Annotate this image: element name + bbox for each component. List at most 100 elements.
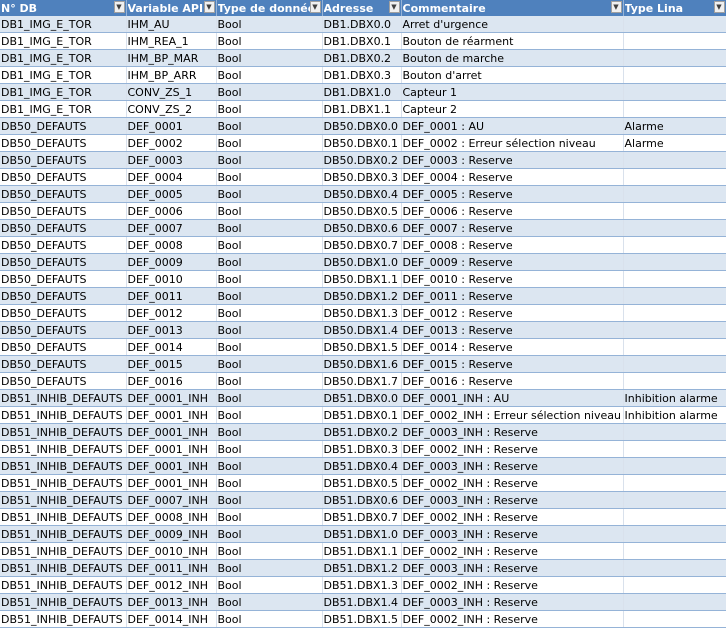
table-cell[interactable]: DB51_INHIB_DEFAUTS	[0, 542, 127, 560]
table-cell[interactable]: Bool	[216, 559, 323, 577]
table-cell[interactable]: DB51_INHIB_DEFAUTS	[0, 474, 127, 492]
table-cell[interactable]	[623, 525, 726, 543]
table-cell[interactable]: DB50.DBX1.5	[322, 338, 402, 356]
table-cell[interactable]: Bool	[216, 253, 323, 271]
table-cell[interactable]: DB50.DBX0.3	[322, 168, 402, 186]
table-cell[interactable]: DB51_INHIB_DEFAUTS	[0, 423, 127, 441]
table-cell[interactable]: DEF_0003_INH : Reserve	[401, 559, 624, 577]
table-cell[interactable]	[623, 321, 726, 339]
table-cell[interactable]: Inhibition alarme	[623, 406, 726, 424]
table-cell[interactable]: DB50_DEFAUTS	[0, 117, 127, 135]
table-cell[interactable]: Bool	[216, 32, 323, 50]
table-cell[interactable]	[623, 576, 726, 594]
table-cell[interactable]	[623, 457, 726, 475]
table-cell[interactable]: DB51.DBX1.3	[322, 576, 402, 594]
table-cell[interactable]: Bool	[216, 168, 323, 186]
table-cell[interactable]: DB1.DBX0.0	[322, 16, 402, 33]
filter-dropdown-icon[interactable]: ▼	[388, 1, 400, 13]
table-cell[interactable]: DEF_0003_INH : Reserve	[401, 525, 624, 543]
table-cell[interactable]: DEF_0009_INH	[126, 525, 217, 543]
table-cell[interactable]: Bool	[216, 525, 323, 543]
table-cell[interactable]: DB50_DEFAUTS	[0, 236, 127, 254]
table-cell[interactable]	[623, 270, 726, 288]
table-cell[interactable]: DEF_0016 : Reserve	[401, 372, 624, 390]
table-cell[interactable]: Bouton d'arret	[401, 66, 624, 84]
table-cell[interactable]: DEF_0001_INH	[126, 474, 217, 492]
table-cell[interactable]: DB50_DEFAUTS	[0, 202, 127, 220]
table-cell[interactable]: DB50_DEFAUTS	[0, 185, 127, 203]
table-cell[interactable]: DB51.DBX0.7	[322, 508, 402, 526]
table-cell[interactable]: DB51_INHIB_DEFAUTS	[0, 559, 127, 577]
table-cell[interactable]: DB50.DBX0.4	[322, 185, 402, 203]
table-cell[interactable]: DEF_0011 : Reserve	[401, 287, 624, 305]
table-cell[interactable]: DEF_0001_INH	[126, 406, 217, 424]
table-cell[interactable]	[623, 338, 726, 356]
table-cell[interactable]: DEF_0001_INH	[126, 423, 217, 441]
table-cell[interactable]: DEF_0003_INH : Reserve	[401, 457, 624, 475]
table-cell[interactable]: DEF_0003_INH : Reserve	[401, 593, 624, 611]
table-cell[interactable]: DEF_0006	[126, 202, 217, 220]
table-cell[interactable]: DB1.DBX0.1	[322, 32, 402, 50]
table-cell[interactable]	[623, 202, 726, 220]
table-cell[interactable]: DB50_DEFAUTS	[0, 372, 127, 390]
table-cell[interactable]: DB1_IMG_E_TOR	[0, 66, 127, 84]
filter-dropdown-icon[interactable]: ▼	[309, 1, 321, 13]
header-cell[interactable]: Type Lina ▼	[623, 0, 726, 16]
table-cell[interactable]: DEF_0013 : Reserve	[401, 321, 624, 339]
table-cell[interactable]: Bool	[216, 491, 323, 509]
table-cell[interactable]: DB51.DBX1.5	[322, 610, 402, 628]
table-cell[interactable]: DEF_0006 : Reserve	[401, 202, 624, 220]
table-cell[interactable]	[623, 185, 726, 203]
table-cell[interactable]: DB50.DBX0.5	[322, 202, 402, 220]
header-cell[interactable]: Adresse ▼	[322, 0, 402, 16]
table-cell[interactable]: Bool	[216, 440, 323, 458]
table-cell[interactable]	[623, 253, 726, 271]
table-cell[interactable]: DB51.DBX0.6	[322, 491, 402, 509]
table-cell[interactable]: DEF_0002_INH : Reserve	[401, 474, 624, 492]
table-cell[interactable]: Bool	[216, 406, 323, 424]
header-cell[interactable]: Commentaire ▼	[401, 0, 624, 16]
table-cell[interactable]: Bool	[216, 151, 323, 169]
table-cell[interactable]: DEF_0010 : Reserve	[401, 270, 624, 288]
table-cell[interactable]: DEF_0011	[126, 287, 217, 305]
table-cell[interactable]: DEF_0016	[126, 372, 217, 390]
table-cell[interactable]: DB50_DEFAUTS	[0, 168, 127, 186]
table-cell[interactable]: DB50_DEFAUTS	[0, 321, 127, 339]
table-cell[interactable]: IHM_BP_ARR	[126, 66, 217, 84]
table-cell[interactable]: Bool	[216, 66, 323, 84]
table-cell[interactable]: Bool	[216, 202, 323, 220]
table-cell[interactable]: DB50.DBX1.0	[322, 253, 402, 271]
table-cell[interactable]: DB51_INHIB_DEFAUTS	[0, 610, 127, 628]
table-cell[interactable]: DEF_0014	[126, 338, 217, 356]
table-cell[interactable]: Bouton de réarment	[401, 32, 624, 50]
table-cell[interactable]: DB51_INHIB_DEFAUTS	[0, 457, 127, 475]
table-cell[interactable]: DB50_DEFAUTS	[0, 355, 127, 373]
table-cell[interactable]: DEF_0008 : Reserve	[401, 236, 624, 254]
table-cell[interactable]: Bool	[216, 134, 323, 152]
table-cell[interactable]: Bool	[216, 542, 323, 560]
table-cell[interactable]: DB1.DBX1.0	[322, 83, 402, 101]
table-cell[interactable]	[623, 610, 726, 628]
table-cell[interactable]: DEF_0001_INH	[126, 440, 217, 458]
table-cell[interactable]: DEF_0008	[126, 236, 217, 254]
table-cell[interactable]: DEF_0007	[126, 219, 217, 237]
table-cell[interactable]: Bool	[216, 593, 323, 611]
table-cell[interactable]: DEF_0012_INH	[126, 576, 217, 594]
table-cell[interactable]: DB50.DBX1.7	[322, 372, 402, 390]
table-cell[interactable]: DEF_0002_INH : Reserve	[401, 440, 624, 458]
table-cell[interactable]: DB1_IMG_E_TOR	[0, 16, 127, 33]
table-cell[interactable]: DEF_0014 : Reserve	[401, 338, 624, 356]
table-cell[interactable]: DEF_0010_INH	[126, 542, 217, 560]
table-cell[interactable]: Alarme	[623, 117, 726, 135]
table-cell[interactable]: DB50.DBX1.6	[322, 355, 402, 373]
table-cell[interactable]: DB50.DBX0.0	[322, 117, 402, 135]
table-cell[interactable]: DEF_0004 : Reserve	[401, 168, 624, 186]
header-cell[interactable]: Variable API ▼	[126, 0, 217, 16]
table-cell[interactable]: DB51.DBX1.4	[322, 593, 402, 611]
table-cell[interactable]: DB1_IMG_E_TOR	[0, 32, 127, 50]
table-cell[interactable]: Bool	[216, 219, 323, 237]
table-cell[interactable]: DEF_0002	[126, 134, 217, 152]
table-cell[interactable]: DEF_0012	[126, 304, 217, 322]
table-cell[interactable]: IHM_BP_MAR	[126, 49, 217, 67]
table-cell[interactable]: DB51.DBX0.0	[322, 389, 402, 407]
